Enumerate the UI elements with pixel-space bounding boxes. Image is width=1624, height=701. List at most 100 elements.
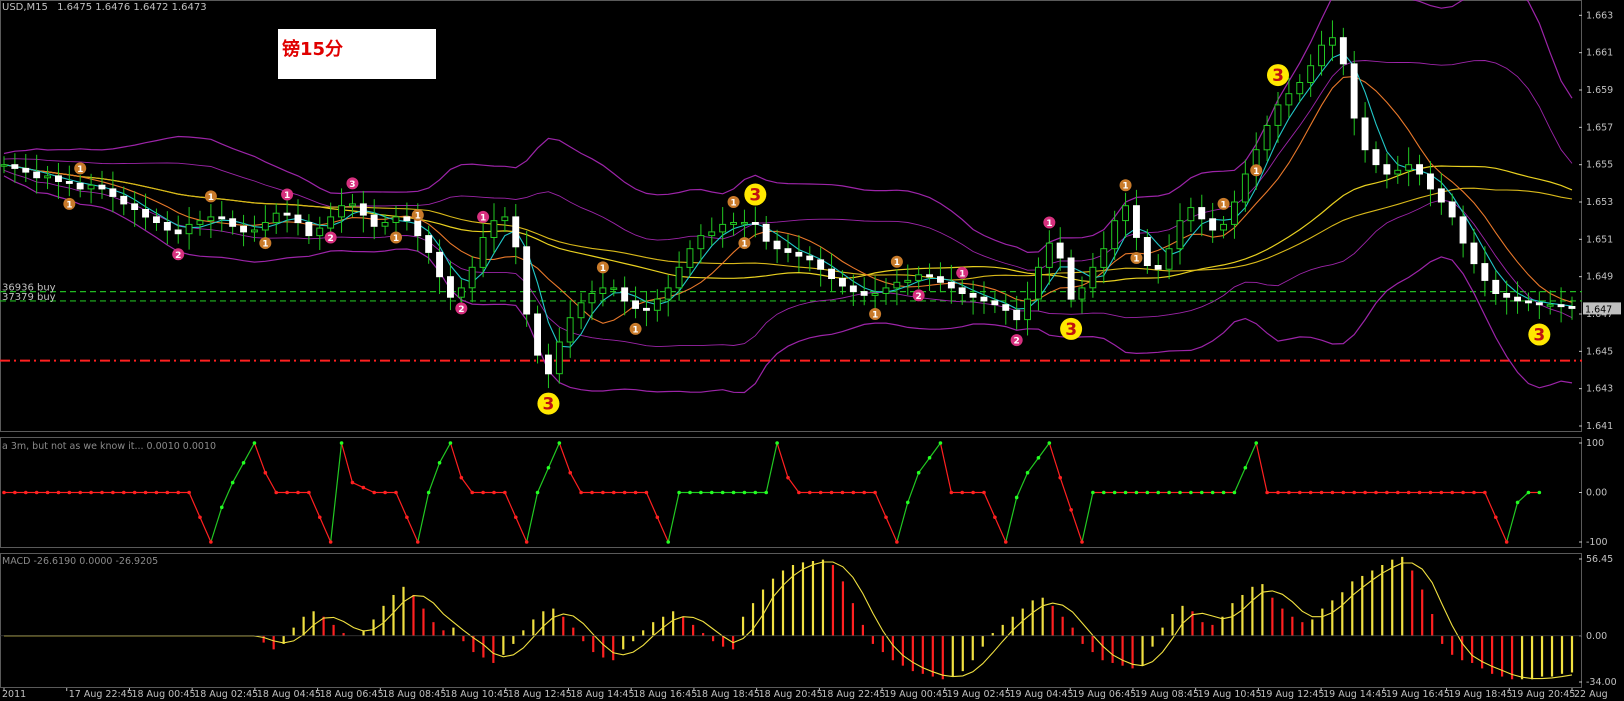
price-tick-label: 1.649 bbox=[1586, 272, 1613, 283]
candle-up bbox=[185, 223, 193, 235]
signal-label: 1 bbox=[959, 269, 965, 279]
osc-dot bbox=[23, 490, 28, 495]
time-tick-label: 19 Aug 06:45 bbox=[1072, 689, 1136, 700]
osc-dot bbox=[1297, 490, 1302, 495]
osc-dot bbox=[568, 470, 573, 475]
candle-up bbox=[196, 220, 204, 225]
candle-up bbox=[479, 237, 487, 268]
osc-dot bbox=[1254, 441, 1259, 445]
signal-label: 1 bbox=[730, 199, 736, 209]
candle-down bbox=[229, 218, 237, 227]
osc-segment bbox=[1027, 457, 1039, 474]
time-tick-label: 2011 bbox=[2, 689, 26, 700]
osc-dot bbox=[328, 540, 333, 544]
osc-tick-label: 0.00 bbox=[1586, 488, 1607, 499]
osc-segment bbox=[340, 442, 354, 483]
osc-segment bbox=[188, 492, 201, 518]
osc-dot bbox=[1189, 490, 1193, 495]
osc-dot bbox=[1178, 490, 1182, 495]
osc-title: a 3m, but not as we know it... 0.0010 0.… bbox=[2, 441, 216, 452]
osc-segment bbox=[1495, 517, 1508, 543]
osc-segment bbox=[504, 492, 517, 518]
candle-up bbox=[882, 287, 890, 294]
osc-segment bbox=[264, 472, 277, 493]
candle-down bbox=[784, 248, 792, 253]
osc-dot bbox=[982, 490, 986, 495]
candle-up bbox=[1285, 93, 1293, 106]
osc-dot bbox=[1374, 490, 1378, 495]
osc-dot bbox=[307, 490, 311, 495]
osc-dot bbox=[481, 490, 485, 495]
candle-up bbox=[1024, 298, 1031, 321]
osc-dot bbox=[111, 490, 115, 495]
osc-dot bbox=[1352, 490, 1357, 495]
candle-down bbox=[76, 182, 84, 190]
candle-down bbox=[153, 216, 160, 223]
osc-dot bbox=[535, 490, 540, 495]
signal-label: 3 bbox=[349, 180, 355, 190]
osc-dot bbox=[1199, 490, 1204, 495]
candle-down bbox=[773, 240, 781, 250]
candle-up bbox=[1165, 248, 1173, 270]
candle-up bbox=[686, 248, 694, 268]
candle-down bbox=[1154, 265, 1162, 270]
candle-up bbox=[1318, 44, 1325, 67]
osc-dot bbox=[154, 490, 159, 495]
candle-down bbox=[283, 212, 291, 216]
candle-up bbox=[566, 317, 574, 343]
candle-up bbox=[610, 287, 618, 290]
time-tick-label: 18 Aug 08:45 bbox=[382, 689, 446, 700]
osc-dot bbox=[317, 515, 322, 520]
osc-dot bbox=[1025, 470, 1030, 475]
osc-dot bbox=[1243, 465, 1248, 470]
osc-segment bbox=[645, 492, 658, 518]
candle-up bbox=[1231, 201, 1238, 225]
candle-up bbox=[1045, 242, 1053, 268]
candle-down bbox=[403, 216, 411, 222]
time-tick-label: 18 Aug 16:45 bbox=[633, 689, 697, 700]
candle-up bbox=[381, 222, 389, 227]
candle-down bbox=[534, 313, 541, 356]
candle-down bbox=[1339, 37, 1347, 65]
candle-down bbox=[1416, 164, 1423, 175]
candle-up bbox=[653, 298, 661, 311]
signal-label: 3 bbox=[543, 395, 555, 415]
signal-label: 1 bbox=[632, 325, 638, 335]
osc-segment bbox=[232, 462, 245, 483]
signal-label: 1 bbox=[208, 193, 214, 203]
osc-dot bbox=[916, 470, 921, 475]
osc-dot bbox=[601, 490, 605, 495]
time-tick-label: 18 Aug 06:45 bbox=[320, 689, 384, 700]
candle-up bbox=[730, 222, 737, 225]
osc-segment bbox=[558, 442, 571, 473]
candle-up bbox=[1394, 169, 1402, 175]
candle-down bbox=[806, 255, 814, 261]
candle-down bbox=[512, 216, 520, 248]
annotation-text: 镑15分 bbox=[282, 39, 344, 60]
osc-dot bbox=[1395, 490, 1400, 495]
candle-up bbox=[490, 220, 498, 238]
osc-dot bbox=[1003, 540, 1008, 544]
signal-label: 1 bbox=[480, 213, 486, 223]
candle-up bbox=[87, 184, 95, 190]
candle-down bbox=[1535, 302, 1543, 306]
candle-down bbox=[1002, 304, 1010, 311]
candle-down bbox=[849, 285, 857, 293]
osc-segment bbox=[253, 442, 266, 473]
osc-dot bbox=[818, 490, 823, 495]
osc-segment bbox=[221, 482, 234, 508]
osc-segment bbox=[1070, 509, 1083, 543]
signal-label: 1 bbox=[77, 165, 83, 175]
osc-dot bbox=[67, 490, 72, 495]
candle-down bbox=[1459, 216, 1467, 244]
candle-down bbox=[1557, 304, 1565, 308]
osc-dot bbox=[274, 490, 279, 495]
osc-dot bbox=[1036, 456, 1041, 460]
candle-down bbox=[305, 222, 313, 237]
osc-dot bbox=[688, 490, 692, 495]
candle-down bbox=[762, 223, 770, 242]
osc-dot bbox=[209, 540, 213, 544]
candle-up bbox=[1220, 223, 1227, 231]
osc-dot bbox=[862, 490, 867, 495]
candle-down bbox=[370, 214, 378, 227]
